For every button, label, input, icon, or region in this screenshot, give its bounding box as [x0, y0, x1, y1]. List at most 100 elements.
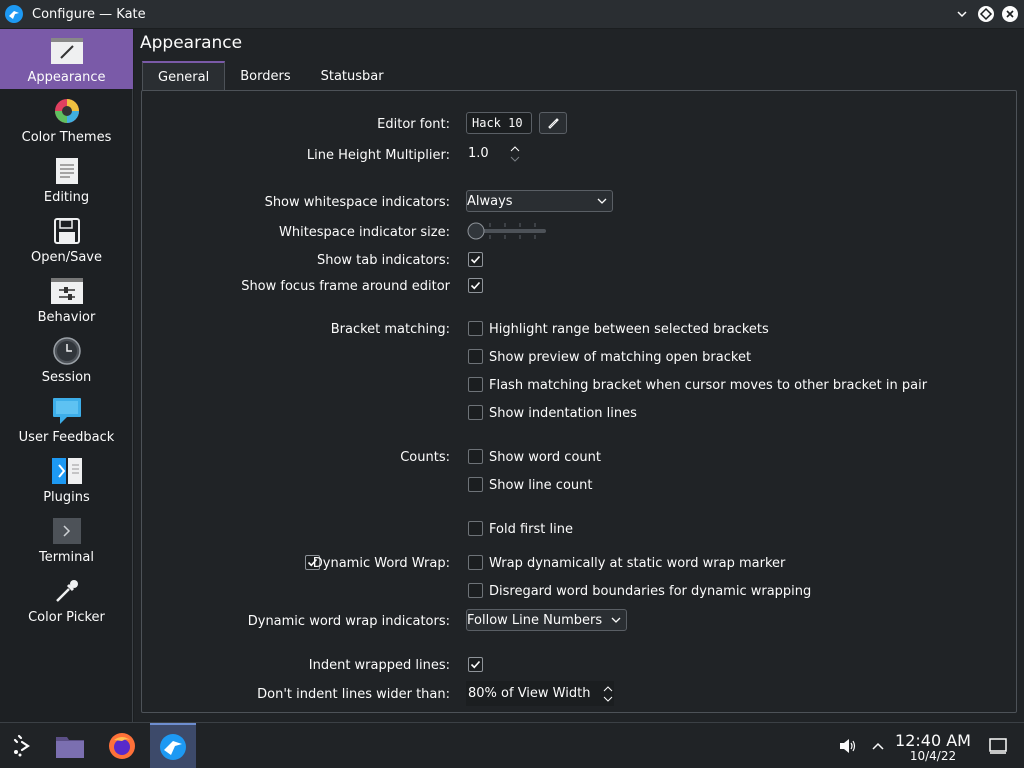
sidebar-item-color-themes[interactable]: Color Themes	[0, 89, 133, 149]
sidebar-item-label: Open/Save	[30, 250, 102, 265]
sidebar-item-label: User Feedback	[18, 430, 115, 445]
chevron-down-icon	[597, 198, 607, 204]
clock-date: 10/4/22	[909, 749, 957, 763]
clock-time: 12:40 AM	[895, 731, 971, 750]
sidebar-item-label: Plugins	[43, 490, 90, 505]
dynamic-word-wrap-label[interactable]: Dynamic Word Wrap:	[313, 556, 450, 571]
indent-wrapped-label: Indent wrapped lines:	[308, 658, 450, 673]
terminal-icon	[51, 516, 83, 546]
pencil-icon	[548, 118, 559, 129]
fold-first-line-checkbox[interactable]	[468, 521, 483, 536]
spin-arrows-icon	[510, 145, 520, 162]
highlight-range-checkbox[interactable]	[468, 321, 483, 336]
line-count-checkbox[interactable]	[468, 477, 483, 492]
document-icon	[51, 156, 83, 186]
close-icon[interactable]	[1000, 4, 1020, 24]
sidebar-item-label: Color Themes	[21, 130, 112, 145]
sidebar-item-label: Color Picker	[28, 610, 105, 625]
whitespace-combo[interactable]: Always	[466, 190, 613, 212]
tab-indicators-label: Show tab indicators:	[316, 253, 450, 268]
tab-indicators-checkbox[interactable]	[468, 252, 483, 267]
window-title: Configure — Kate	[32, 6, 146, 22]
indent-wrapped-checkbox[interactable]	[468, 657, 483, 672]
sidebar: Appearance Color Themes Editing Open/Sav…	[0, 29, 133, 722]
preview-bracket-label: Show preview of matching open bracket	[489, 350, 752, 365]
clock-icon	[51, 336, 83, 366]
firefox-icon[interactable]	[99, 723, 145, 768]
sidebar-item-plugins[interactable]: Plugins	[0, 449, 133, 509]
main-content: Appearance General Borders Statusbar Edi…	[134, 29, 1024, 722]
line-height-label: Line Height Multiplier:	[306, 148, 450, 163]
show-desktop-icon[interactable]	[976, 723, 1020, 768]
fold-first-line-label: Fold first line	[489, 522, 573, 537]
taskbar: 12:40 AM 10/4/22	[0, 722, 1024, 768]
dont-indent-value: 80% of View Width	[468, 686, 591, 701]
preview-bracket-checkbox[interactable]	[468, 349, 483, 364]
kate-app-icon	[5, 5, 23, 23]
whitespace-label: Show whitespace indicators:	[264, 195, 450, 210]
wrap-indicators-combo[interactable]: Follow Line Numbers	[466, 609, 627, 631]
sidebar-item-terminal[interactable]: Terminal	[0, 509, 133, 569]
wrap-indicators-label: Dynamic word wrap indicators:	[247, 614, 450, 629]
flash-bracket-checkbox[interactable]	[468, 377, 483, 392]
checkmark-icon	[470, 255, 481, 264]
checkmark-icon	[470, 281, 481, 290]
highlight-range-label: Highlight range between selected bracket…	[489, 322, 769, 337]
sidebar-item-label: Appearance	[27, 70, 106, 85]
kate-icon[interactable]	[150, 723, 196, 768]
wrap-indicators-value: Follow Line Numbers	[467, 612, 603, 628]
sidebar-item-label: Terminal	[39, 550, 94, 565]
sidebar-item-color-picker[interactable]: Color Picker	[0, 569, 133, 629]
sidebar-item-label: Editing	[43, 190, 90, 205]
sidebar-item-label: Behavior	[37, 310, 96, 325]
focus-frame-checkbox[interactable]	[468, 278, 483, 293]
dont-indent-spinbox[interactable]: 80% of View Width	[466, 681, 614, 706]
bracket-matching-label: Bracket matching:	[330, 322, 450, 337]
color-wheel-icon	[51, 96, 83, 126]
tab-borders[interactable]: Borders	[225, 61, 305, 91]
app-launcher-icon[interactable]	[0, 723, 46, 768]
eyedropper-icon	[51, 576, 83, 606]
sidebar-item-behavior[interactable]: Behavior	[0, 269, 133, 329]
tray-expand-icon[interactable]	[860, 723, 896, 768]
checkmark-icon	[470, 660, 481, 669]
sidebar-item-user-feedback[interactable]: User Feedback	[0, 389, 133, 449]
disregard-boundaries-checkbox[interactable]	[468, 583, 483, 598]
editor-font-label: Editor font:	[377, 117, 450, 132]
tab-general[interactable]: General	[142, 61, 226, 91]
whitespace-size-label: Whitespace indicator size:	[278, 225, 450, 240]
word-count-label: Show word count	[489, 450, 601, 465]
settings-panel: Editor font: Hack 10 Line Height Multipl…	[141, 90, 1017, 713]
file-manager-icon[interactable]	[47, 723, 93, 768]
flash-bracket-label: Flash matching bracket when cursor moves…	[489, 378, 928, 393]
sidebar-item-appearance[interactable]: Appearance	[0, 29, 133, 89]
plugin-icon	[51, 456, 83, 486]
line-height-value: 1.0	[468, 146, 489, 161]
editor-font-value: Hack 10	[472, 116, 523, 130]
paintbrush-icon	[50, 36, 83, 66]
focus-frame-label: Show focus frame around editor	[241, 279, 450, 294]
editor-font-field[interactable]: Hack 10	[466, 112, 532, 134]
word-count-checkbox[interactable]	[468, 449, 483, 464]
dont-indent-label: Don't indent lines wider than:	[257, 687, 450, 702]
indentation-lines-label: Show indentation lines	[489, 406, 637, 421]
chevron-down-icon	[611, 617, 621, 623]
line-count-label: Show line count	[489, 478, 593, 493]
minimize-chevron-icon[interactable]	[952, 4, 972, 24]
wrap-static-marker-checkbox[interactable]	[468, 555, 483, 570]
speech-bubble-icon	[51, 396, 83, 426]
tab-bar: General Borders Statusbar	[142, 61, 399, 91]
sidebar-item-editing[interactable]: Editing	[0, 149, 133, 209]
maximize-icon[interactable]	[976, 4, 996, 24]
disregard-boundaries-label: Disregard word boundaries for dynamic wr…	[489, 584, 812, 599]
tab-statusbar[interactable]: Statusbar	[306, 61, 399, 91]
indentation-lines-checkbox[interactable]	[468, 405, 483, 420]
choose-font-button[interactable]	[539, 112, 567, 134]
floppy-disk-icon	[51, 216, 83, 246]
line-height-spinbox[interactable]: 1.0	[466, 141, 521, 166]
sidebar-item-session[interactable]: Session	[0, 329, 133, 389]
clock[interactable]: 12:40 AM 10/4/22	[893, 732, 973, 763]
sidebar-item-label: Session	[41, 370, 92, 385]
sidebar-item-open-save[interactable]: Open/Save	[0, 209, 133, 269]
whitespace-size-slider[interactable]	[466, 221, 550, 241]
